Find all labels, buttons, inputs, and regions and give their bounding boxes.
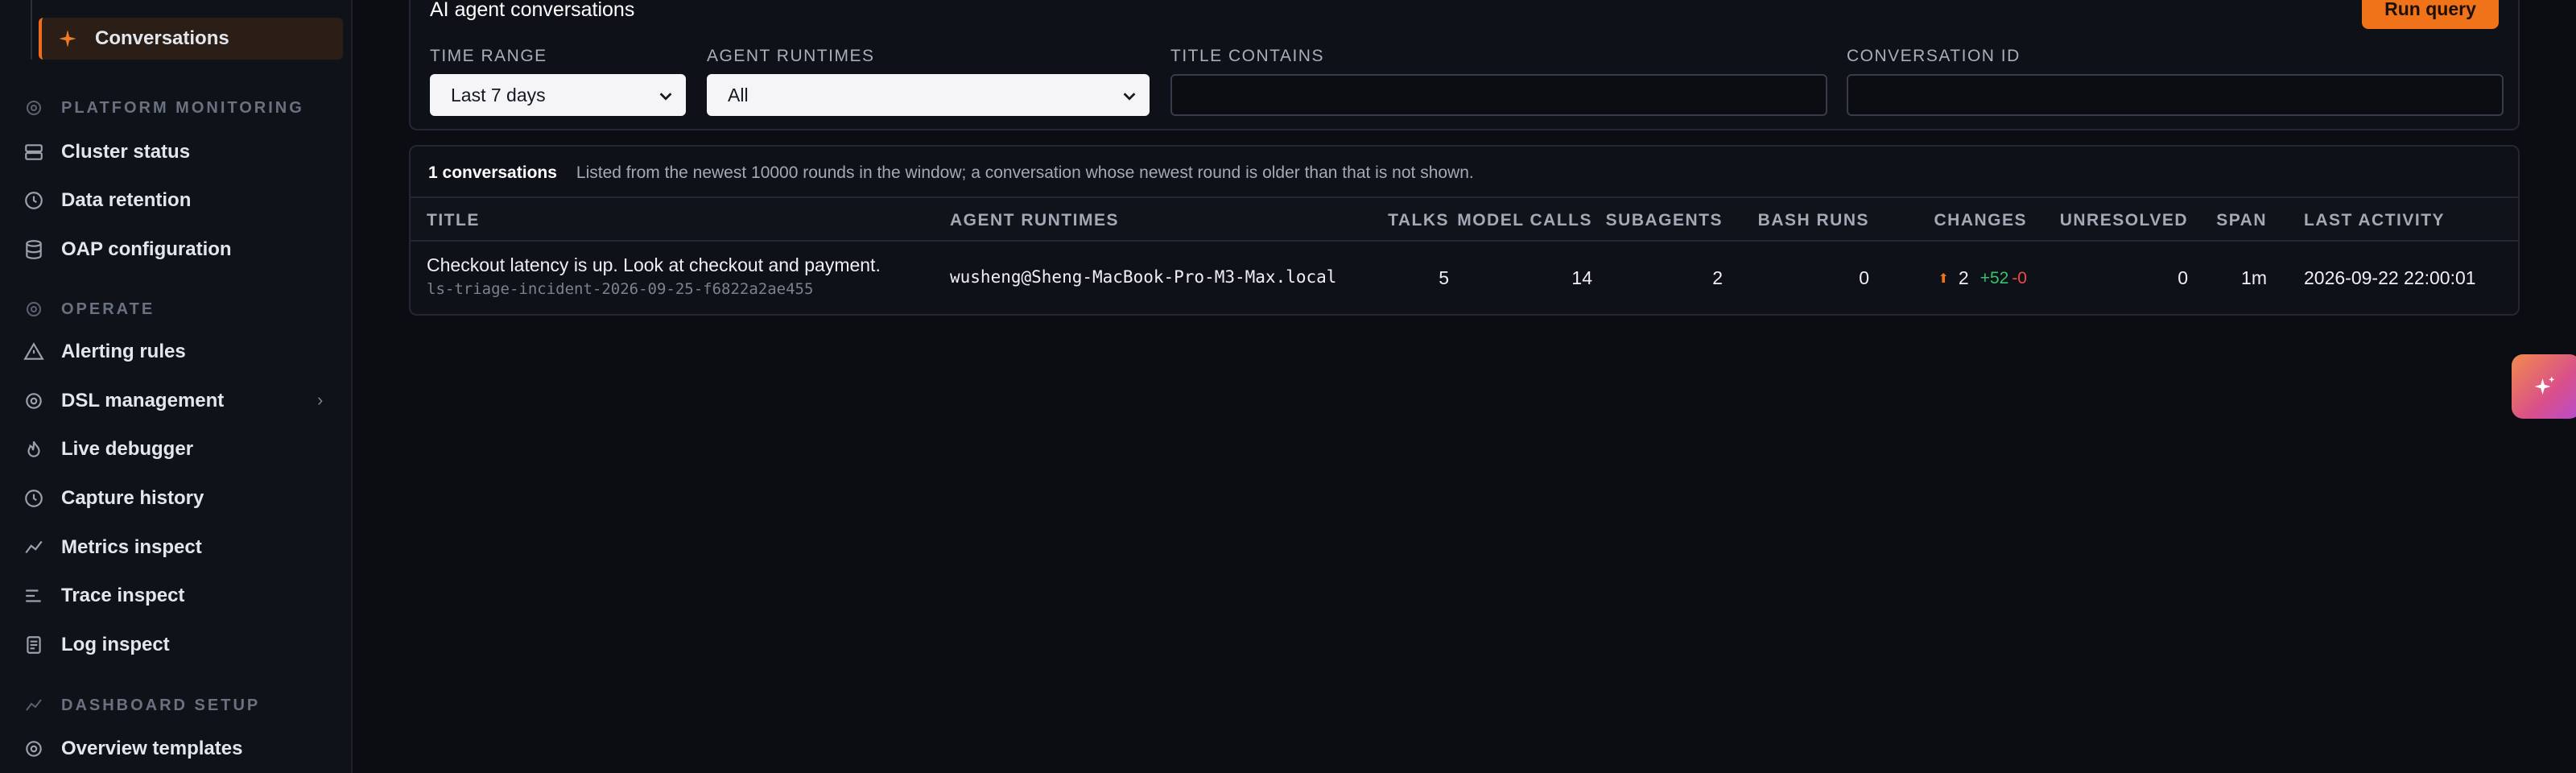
conversation-id-label: CONVERSATION ID — [1847, 47, 2021, 65]
column-header-agent-runtimes[interactable]: AGENT RUNTIMES — [950, 211, 1119, 230]
talks-value: 5 — [1439, 267, 1449, 288]
sidebar: Conversations PLATFORM MONITORING Cluste… — [0, 0, 353, 773]
sidebar-item-dsl-management[interactable]: DSL management — [23, 381, 224, 421]
gear-icon — [23, 97, 45, 119]
model-calls-value: 14 — [1571, 267, 1592, 288]
document-icon — [23, 634, 45, 656]
chart-line-icon — [23, 694, 45, 717]
sidebar-item-overview-templates[interactable]: Overview templates — [23, 729, 242, 769]
title-contains-input[interactable] — [1170, 74, 1827, 116]
sidebar-item-oap-configuration[interactable]: OAP configuration — [23, 229, 232, 270]
file-change-icon: ⬆ — [1938, 271, 1949, 286]
changes-removed: -0 — [2012, 268, 2027, 287]
time-range-select[interactable]: Last 7 days — [430, 74, 686, 116]
span-value: 1m — [2241, 267, 2267, 288]
changes-value: ⬆ 2 +52 -0 — [1938, 267, 2027, 289]
time-range-label: TIME RANGE — [430, 47, 547, 65]
results-count: 1 conversations — [428, 163, 557, 182]
title-contains-label: TITLE CONTAINS — [1170, 47, 1324, 65]
sidebar-item-label: Log inspect — [61, 634, 170, 655]
run-query-button[interactable]: Run query — [2362, 0, 2499, 29]
agent-runtimes-value: All — [728, 84, 749, 105]
sidebar-item-capture-history[interactable]: Capture history — [23, 478, 204, 519]
gear-icon — [23, 390, 45, 412]
bash-runs-value: 0 — [1859, 267, 1869, 288]
sidebar-item-label: Overview templates — [61, 738, 243, 759]
gear-icon — [23, 298, 45, 320]
column-header-span[interactable]: SPAN — [2216, 211, 2267, 230]
column-header-bash-runs[interactable]: BASH RUNS — [1758, 211, 1869, 230]
sidebar-item-cluster-status[interactable]: Cluster status — [23, 132, 190, 172]
section-platform-monitoring: PLATFORM MONITORING — [23, 92, 304, 124]
clock-icon — [23, 189, 45, 212]
conversation-title[interactable]: Checkout latency is up. Look at checkout… — [427, 254, 881, 276]
nav-tree-guide — [31, 0, 32, 60]
sidebar-item-label: Trace inspect — [61, 585, 185, 606]
subagents-value: 2 — [1712, 267, 1723, 288]
results-summary: 1 conversations Listed from the newest 1… — [428, 161, 1474, 185]
table-row[interactable]: Checkout latency is up. Look at checkout… — [411, 242, 2518, 314]
gear-icon — [23, 738, 45, 760]
flame-icon — [23, 438, 45, 461]
sidebar-item-label: Data retention — [61, 189, 192, 211]
results-note: Listed from the newest 10000 rounds in t… — [576, 163, 1474, 182]
chevron-down-icon — [1123, 93, 1136, 101]
conversation-id: ls-triage-incident-2026-09-25-f6822a2ae4… — [427, 280, 814, 298]
changes-files: 2 — [1958, 267, 1969, 288]
section-title: OPERATE — [61, 300, 155, 318]
sidebar-item-label: DSL management — [61, 390, 225, 411]
column-header-title[interactable]: TITLE — [427, 211, 480, 230]
column-header-model-calls[interactable]: MODEL CALLS — [1457, 211, 1592, 230]
changes-added: +52 — [1979, 268, 2009, 287]
column-header-unresolved[interactable]: UNRESOLVED — [2060, 211, 2188, 230]
database-icon — [23, 238, 45, 261]
server-icon — [23, 141, 45, 163]
sparkle-icon — [56, 27, 79, 50]
sidebar-item-metrics-inspect[interactable]: Metrics inspect — [23, 527, 202, 568]
conversation-id-input[interactable] — [1847, 74, 2504, 116]
agent-runtimes-label: AGENT RUNTIMES — [707, 47, 875, 65]
sparkle-icon — [2534, 376, 2555, 395]
sidebar-item-label: Cluster status — [61, 141, 191, 163]
results-panel: 1 conversations Listed from the newest 1… — [409, 145, 2520, 316]
sidebar-item-alerting-rules[interactable]: Alerting rules — [23, 332, 186, 372]
unresolved-value: 0 — [2178, 267, 2188, 288]
sidebar-item-label: Metrics inspect — [61, 536, 202, 558]
sidebar-item-data-retention[interactable]: Data retention — [23, 180, 191, 221]
column-header-subagents[interactable]: SUBAGENTS — [1606, 211, 1723, 230]
sidebar-item-live-debugger[interactable]: Live debugger — [23, 429, 193, 469]
time-range-value: Last 7 days — [451, 84, 546, 105]
sidebar-item-label: Conversations — [95, 27, 229, 49]
chart-line-icon — [23, 536, 45, 559]
section-dashboard-setup: DASHBOARD SETUP — [23, 689, 260, 721]
sidebar-item-log-inspect[interactable]: Log inspect — [23, 625, 170, 665]
column-header-changes[interactable]: CHANGES — [1934, 211, 2027, 230]
sidebar-item-trace-inspect[interactable]: Trace inspect — [23, 576, 184, 616]
trace-lines-icon — [23, 585, 45, 607]
page-title: AI agent conversations — [430, 0, 635, 21]
last-activity-value: 2026-09-22 22:00:01 — [2304, 267, 2476, 288]
warning-icon — [23, 341, 45, 363]
column-header-last-activity[interactable]: LAST ACTIVITY — [2304, 211, 2445, 230]
filter-panel: AI agent conversations Run query TIME RA… — [409, 0, 2520, 130]
sidebar-item-label: Alerting rules — [61, 341, 186, 362]
ai-assistant-button[interactable] — [2512, 354, 2576, 419]
table-header: TITLE AGENT RUNTIMES TALKS MODEL CALLS S… — [411, 196, 2518, 242]
agent-runtimes-select[interactable]: All — [707, 74, 1150, 116]
sidebar-item-label: OAP configuration — [61, 238, 232, 260]
section-title: PLATFORM MONITORING — [61, 98, 304, 117]
column-header-talks[interactable]: TALKS — [1388, 211, 1449, 230]
sidebar-item-label: Live debugger — [61, 438, 194, 460]
section-operate: OPERATE — [23, 293, 155, 325]
section-title: DASHBOARD SETUP — [61, 696, 261, 714]
sidebar-item-conversations[interactable]: Conversations — [39, 18, 343, 60]
sidebar-item-label: Capture history — [61, 487, 204, 509]
chevron-right-icon[interactable]: › — [317, 390, 323, 411]
clock-icon — [23, 487, 45, 510]
agent-runtime-value: wusheng@Sheng-MacBook-Pro-M3-Max.local — [950, 267, 1337, 287]
chevron-down-icon — [659, 93, 672, 101]
